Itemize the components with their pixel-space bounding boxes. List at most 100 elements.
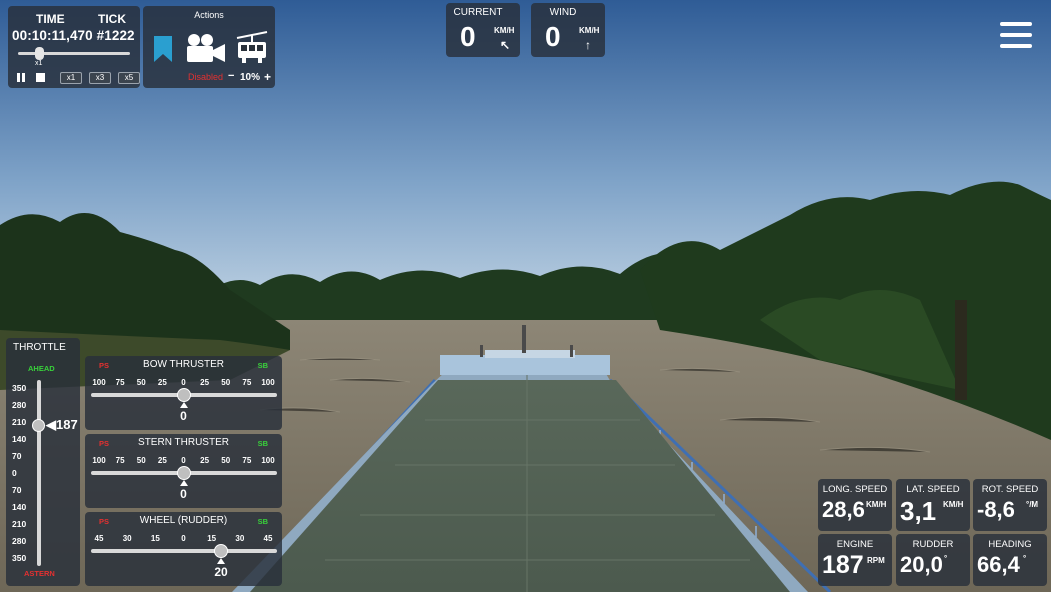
long-speed-value: 28,6 — [822, 497, 865, 522]
throttle-tick-label: 210 — [12, 519, 27, 529]
percent-value: 10% — [240, 72, 261, 83]
simulation-clock: 00:10:11,470 #1222 — [12, 28, 135, 43]
actions-panel: Actions Disabled − 10% + — [143, 6, 275, 88]
bow-thruster-slider-knob[interactable] — [176, 388, 191, 402]
current-value: 0 — [460, 21, 476, 52]
speed-x3-button[interactable]: x3 — [89, 72, 111, 84]
rudder-title: RUDDER — [912, 539, 954, 550]
actions-title: Actions — [194, 10, 224, 20]
scale-tick-label: 50 — [136, 378, 146, 387]
lat-speed-value: 3,1 — [900, 496, 937, 526]
bow-thruster-scale: 100 75 50 25 0 25 50 75 100 — [85, 378, 282, 388]
scale-tick-label: 100 — [261, 378, 275, 387]
throttle-tick-label: 70 — [12, 451, 22, 461]
wind-value: 0 — [545, 21, 561, 52]
throttle-slider-knob[interactable] — [32, 418, 45, 432]
scale-tick-label: 30 — [122, 534, 132, 543]
speed-x1-button[interactable]: x1 — [60, 72, 82, 84]
throttle-tick-label: 350 — [12, 383, 27, 393]
scale-tick-label: 25 — [200, 456, 210, 465]
scale-tick-label: 0 — [181, 456, 186, 465]
engine-unit: RPM — [867, 556, 885, 565]
current-panel: CURRENT 0 KM/H ↖ — [446, 3, 520, 57]
scale-tick-label: 0 — [181, 534, 186, 543]
engine-value: 187 — [822, 551, 864, 579]
throttle-ahead-label: AHEAD — [28, 364, 55, 373]
wheel-slider[interactable] — [91, 549, 277, 553]
current-direction-arrow-icon: ↖ — [500, 38, 511, 52]
scale-tick-label: 25 — [157, 378, 167, 387]
tram-icon[interactable] — [235, 30, 269, 66]
scale-tick-label: 75 — [115, 456, 125, 465]
current-title: CURRENT — [453, 7, 503, 18]
stern-thruster-panel: PS STERN THRUSTER SB 100 75 50 25 0 25 50 75 100… — [85, 434, 282, 508]
stop-icon[interactable] — [36, 73, 45, 82]
stern-thruster-sb-label: SB — [257, 439, 268, 448]
time-scale-multiplier: x1 — [35, 60, 43, 67]
scale-tick-label: 50 — [221, 378, 231, 387]
tick-label: TICK — [98, 12, 126, 26]
scale-tick-label: 75 — [242, 456, 252, 465]
scale-tick-label: 100 — [261, 456, 275, 465]
time-label: TIME — [36, 12, 65, 26]
lat-speed-unit: KM/H — [943, 500, 964, 509]
scale-tick-label: 45 — [94, 534, 104, 543]
scale-tick-label: 30 — [235, 534, 245, 543]
bow-thruster-pointer-icon — [179, 402, 188, 408]
rot-speed-unit: °/M — [1026, 500, 1039, 509]
wheel-pointer-icon — [217, 558, 226, 564]
throttle-slider[interactable] — [37, 380, 41, 566]
wind-direction-arrow-icon: ↑ — [585, 38, 591, 52]
time-panel: TIME TICK 00:10:11,470 #1222 x1 x1 x3 x5 — [8, 6, 140, 88]
throttle-tick-label: 0 — [12, 468, 17, 478]
throttle-value: ◀187 — [46, 416, 78, 432]
time-scale-slider-knob[interactable] — [35, 47, 44, 60]
stern-thruster-slider-knob[interactable] — [176, 466, 191, 480]
heading-panel: HEADING 66,4 ° — [973, 534, 1047, 586]
bookmark-icon[interactable] — [154, 36, 172, 62]
decrease-button[interactable]: − — [228, 70, 234, 82]
camera-status: Disabled — [188, 72, 224, 82]
rot-speed-value: -8,6 — [977, 497, 1015, 522]
wheel-rudder-panel: PS WHEEL (RUDDER) SB 45 30 15 0 15 30 45 20 — [85, 512, 282, 586]
throttle-tick-label: 280 — [12, 536, 27, 546]
scale-tick-label: 45 — [263, 534, 273, 543]
throttle-panel: THROTTLE AHEAD 350 280 210 140 70 0 70 140 210 28… — [6, 338, 80, 586]
long-speed-unit: KM/H — [866, 500, 887, 509]
wheel-title: WHEEL (RUDDER) — [139, 515, 228, 526]
scale-tick-label: 0 — [181, 378, 186, 387]
pause-icon[interactable] — [17, 73, 26, 82]
speed-x5-button[interactable]: x5 — [118, 72, 140, 84]
wind-panel: WIND 0 KM/H ↑ — [531, 3, 605, 57]
long-speed-title: LONG. SPEED — [822, 484, 888, 495]
scale-tick-label: 25 — [200, 378, 210, 387]
bow-thruster-value: 0 — [180, 409, 187, 423]
throttle-tick-label: 280 — [12, 400, 27, 410]
wheel-slider-knob[interactable] — [214, 544, 229, 558]
wheel-sb-label: SB — [257, 517, 268, 526]
throttle-tick-label: 140 — [12, 434, 27, 444]
camera-icon[interactable] — [185, 32, 227, 64]
scale-tick-label: 75 — [115, 378, 125, 387]
scale-tick-label: 50 — [136, 456, 146, 465]
increase-button[interactable]: + — [264, 70, 271, 84]
throttle-tick-label: 210 — [12, 417, 27, 427]
scale-tick-label: 75 — [242, 378, 252, 387]
heading-value: 66,4 — [977, 552, 1020, 577]
wind-unit: KM/H — [579, 26, 600, 35]
scale-tick-label: 25 — [157, 456, 167, 465]
throttle-pointer-icon: ◀ — [46, 416, 56, 432]
hamburger-menu-icon[interactable] — [1000, 22, 1032, 48]
lat-speed-panel: LAT. SPEED 3,1 KM/H — [896, 479, 970, 531]
throttle-tick-label: 70 — [12, 485, 22, 495]
heading-unit: ° — [1023, 554, 1027, 563]
stern-thruster-scale: 100 75 50 25 0 25 50 75 100 — [85, 456, 282, 466]
wind-title: WIND — [549, 7, 577, 18]
current-unit: KM/H — [494, 26, 515, 35]
engine-title: ENGINE — [836, 539, 874, 550]
bow-thruster-panel: PS BOW THRUSTER SB 100 75 50 25 0 25 50 75 100 0 — [85, 356, 282, 430]
wheel-scale: 45 30 15 0 15 30 45 — [85, 534, 282, 544]
scale-tick-label: 15 — [150, 534, 160, 543]
stern-thruster-title: STERN THRUSTER — [138, 437, 229, 448]
rudder-value: 20,0 — [900, 552, 943, 577]
